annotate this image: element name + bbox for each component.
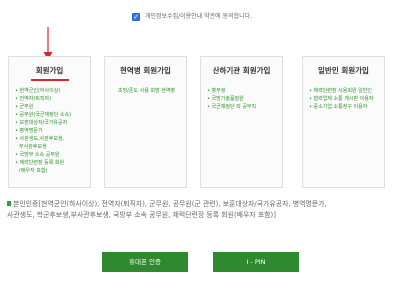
auth-description: 본인인증[현역군인(하사이상), 전역자(퇴직자), 군무원, 공무원(군 관련… <box>7 199 393 221</box>
ipin-button[interactable]: I - PIN <box>213 252 299 272</box>
auth-description-line2: 사관생도, 학군후보생,부사관후보생, 국방부 소속 공무원, 체력단련장 등록… <box>7 211 276 219</box>
card-title-member-signup[interactable]: 회원가입 <box>9 66 90 76</box>
list-item: • 병역명문가 <box>15 128 43 134</box>
auth-description-line1: 본인인증[현역군인(하사이상), 전역자(퇴직자), 군무원, 공무원(군 관련… <box>13 200 327 208</box>
card-affiliated-org-signup[interactable]: 산하기관 회원가입 • 병무청 • 국방기술품질원 • 국군재정단 외 공무직 <box>200 56 283 188</box>
card-title-underline <box>31 79 69 81</box>
list-item: • 군무원 <box>15 104 34 110</box>
card-general-signup[interactable]: 일반인 회원가입 • 체력단련장 사용회원 일반인 • 협력업체 소통 게시판 … <box>302 56 385 188</box>
card-title-active-soldier-signup[interactable]: 현역병 회원가입 <box>105 66 186 76</box>
list-item: • 현역군인(하사이상) <box>15 88 61 94</box>
list-item: • 사관생도,사관후보생, <box>15 136 65 142</box>
card-list-general-signup: • 체력단련장 사용회원 일반인 • 협력업체 소통 게시판 이용자 • 중소기… <box>309 87 380 111</box>
list-item: • 중소기업 소통창구 이용자 <box>309 104 368 110</box>
bullet-marker-icon <box>7 201 11 206</box>
card-title-affiliated-org-signup[interactable]: 산하기관 회원가입 <box>201 66 282 76</box>
card-list-member-signup: • 현역군인(하사이상) • 전역자(퇴직자) • 군무원 • 공무원(국군재정… <box>15 87 86 175</box>
list-item: 부사관후보생 <box>19 144 47 150</box>
list-item: • 국방기술품질원 <box>207 96 244 102</box>
consent-checkbox[interactable]: ✓ <box>132 13 140 21</box>
phone-auth-button[interactable]: 휴대폰 인증 <box>102 252 188 272</box>
card-list-active-soldier-signup: 초빙/준도 사용 희망 현역병 <box>111 87 182 95</box>
signup-page: ✓ 개인정보수집/이용안내 약관에 동의합니다. 회원가입 • 현역군인(하사이… <box>0 0 400 291</box>
list-item: • 체력단련장 사용회원 일반인 <box>309 88 372 94</box>
card-active-soldier-signup[interactable]: 현역병 회원가입 초빙/준도 사용 희망 현역병 <box>104 56 187 188</box>
list-item: • 병무청 <box>207 88 226 94</box>
card-list-affiliated-org-signup: • 병무청 • 국방기술품질원 • 국군재정단 외 공무직 <box>207 87 278 111</box>
card-title-general-signup[interactable]: 일반인 회원가입 <box>303 66 384 76</box>
list-item: 초빙/준도 사용 희망 현역병 <box>117 88 176 94</box>
list-item: (배우자 포함) <box>19 168 48 174</box>
list-item: • 체력단련장 등록 회원 <box>15 160 65 166</box>
list-item: • 공무원(국군재정단 소속) <box>15 112 72 118</box>
consent-label: 개인정보수집/이용안내 약관에 동의합니다. <box>145 13 253 20</box>
list-item: • 보훈대상자/국가유공자 <box>15 120 68 126</box>
list-item: • 국방부 소속 공무원 <box>15 152 60 158</box>
card-member-signup[interactable]: 회원가입 • 현역군인(하사이상) • 전역자(퇴직자) • 군무원 • 공무원… <box>8 56 91 188</box>
list-item: • 협력업체 소통 게시판 이용자 <box>309 96 374 102</box>
consent-row[interactable]: ✓ 개인정보수집/이용안내 약관에 동의합니다. <box>132 12 252 22</box>
list-item: • 국군재정단 외 공무직 <box>207 104 257 110</box>
list-item: • 전역자(퇴직자) <box>15 96 52 102</box>
